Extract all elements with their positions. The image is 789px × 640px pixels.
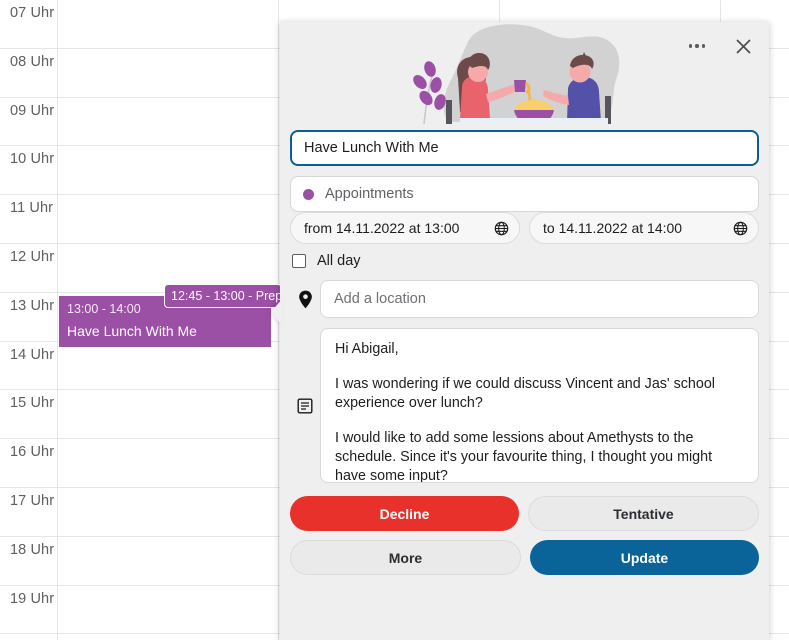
response-button-row: Decline Tentative <box>290 496 759 531</box>
calendar-selector[interactable]: Appointments <box>290 176 759 212</box>
popup-header-actions <box>685 34 755 58</box>
calendar-hour-label: 15 Uhr <box>10 395 55 412</box>
description-paragraph-2: I would like to add some lessions about … <box>335 430 713 483</box>
lunch-illustration <box>413 24 620 124</box>
calendar-name-label: Appointments <box>325 186 414 202</box>
timezone-globe-icon[interactable] <box>494 221 509 236</box>
description-textarea[interactable]: Hi Abigail, I was wondering if we could … <box>320 328 759 483</box>
popup-header <box>280 22 769 124</box>
update-button[interactable]: Update <box>530 540 759 575</box>
calendar-hour-label: 10 Uhr <box>10 151 55 168</box>
calendar-hour-label: 09 Uhr <box>10 102 55 119</box>
calendar-hour-label: 07 Uhr <box>10 5 55 21</box>
event-time: 12:45 - 13:00 - Prep <box>171 289 282 303</box>
screen: 07 Uhr 08 Uhr 09 Uhr 10 Uhr 11 Uhr 12 Uhr 13 U… <box>0 0 789 640</box>
all-day-label: All day <box>317 253 361 269</box>
calendar-hour-label: 12 Uhr <box>10 248 55 265</box>
location-input[interactable] <box>320 280 759 318</box>
start-date-text: from 14.11.2022 at 13:00 <box>304 220 460 236</box>
event-title: Have Lunch With Me <box>67 323 197 339</box>
action-button-row: More Update <box>290 540 759 575</box>
tentative-button[interactable]: Tentative <box>528 496 759 531</box>
calendar-hour-label: 16 Uhr <box>10 444 55 461</box>
popup-callout-arrow <box>271 299 282 325</box>
calendar-hour-label: 08 Uhr <box>10 53 55 70</box>
close-glyph <box>735 38 751 54</box>
start-date-field[interactable]: from 14.11.2022 at 13:00 <box>290 212 520 244</box>
popup-body: Appointments from 14.11.2022 at 13:00 <box>280 124 769 575</box>
calendar-hour-label: 18 Uhr <box>10 541 55 558</box>
all-day-row[interactable]: All day <box>290 253 759 269</box>
more-options-icon[interactable] <box>685 34 709 58</box>
all-day-checkbox[interactable] <box>292 254 306 268</box>
calendar-event-prep[interactable]: 12:45 - 13:00 - Prep <box>164 284 282 308</box>
description-row: Hi Abigail, I was wondering if we could … <box>290 328 759 483</box>
event-title-input[interactable] <box>290 130 759 166</box>
calendar-hour-label: 17 Uhr <box>10 492 55 509</box>
timezone-globe-icon[interactable] <box>733 221 748 236</box>
title-row <box>290 124 759 166</box>
end-date-text: to 14.11.2022 at 14:00 <box>543 220 683 236</box>
ellipsis-glyph <box>688 44 706 48</box>
description-greeting: Hi Abigail, <box>335 341 399 357</box>
description-lines-icon <box>290 398 320 414</box>
location-row <box>290 280 759 318</box>
calendar-hour-label: 11 Uhr <box>10 200 54 217</box>
description-paragraph-1: I was wondering if we could discuss Vinc… <box>335 376 715 411</box>
decline-button[interactable]: Decline <box>290 496 519 531</box>
calendar-color-dot <box>303 188 314 200</box>
end-date-field[interactable]: to 14.11.2022 at 14:00 <box>529 212 759 244</box>
location-pin-icon <box>290 290 320 309</box>
calendar-hour-label: 14 Uhr <box>10 346 55 363</box>
calendar-hour-label: 19 Uhr <box>10 590 55 607</box>
event-detail-popup: Appointments from 14.11.2022 at 13:00 <box>280 22 769 640</box>
date-range-row: from 14.11.2022 at 13:00 to 14.11.2022 a… <box>290 212 759 244</box>
close-icon[interactable] <box>731 34 755 58</box>
more-button[interactable]: More <box>290 540 521 575</box>
calendar-hour-label: 13 Uhr <box>10 297 55 314</box>
